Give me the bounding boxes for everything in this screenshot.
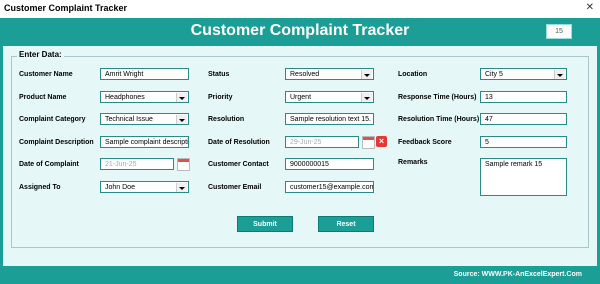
close-icon[interactable]: ✕ (586, 2, 594, 13)
form-panel: Enter Data: Customer Name Amrit Wright P… (3, 46, 597, 266)
page-title: Customer Complaint Tracker (190, 22, 410, 39)
chevron-down-icon[interactable] (554, 70, 565, 79)
source-credit: Source: WWW.PK-AnExcelExpert.Com (453, 271, 582, 278)
product-name-value: Headphones (105, 94, 145, 101)
customer-email-field[interactable]: customer15@example.com (285, 181, 374, 193)
feedback-score-field[interactable]: 5 (480, 136, 567, 148)
remarks-textarea[interactable]: Sample remark 15 (480, 158, 567, 196)
chevron-down-icon[interactable] (361, 93, 372, 102)
window-titlebar: Customer Complaint Tracker ✕ (0, 0, 600, 18)
status-dropdown[interactable]: Resolved (285, 68, 374, 80)
customer-name-label: Customer Name (19, 71, 73, 78)
window-title: Customer Complaint Tracker (4, 3, 128, 13)
date-of-resolution-field[interactable]: 29-Jun-25 (285, 136, 359, 148)
complaint-category-label: Complaint Category (19, 116, 86, 123)
clear-date-icon[interactable]: × (376, 136, 387, 147)
date-of-resolution-label: Date of Resolution (208, 139, 270, 146)
resolution-field[interactable]: Sample resolution text 15. (285, 113, 374, 125)
priority-value: Urgent (290, 94, 312, 101)
customer-contact-label: Customer Contact (208, 161, 269, 168)
product-name-dropdown[interactable]: Headphones (100, 91, 189, 103)
resolution-time-field[interactable]: 47 (480, 113, 567, 125)
footer-bar: Source: WWW.PK-AnExcelExpert.Com (0, 266, 600, 284)
complaint-description-field[interactable]: Sample complaint descripti (100, 136, 189, 148)
date-of-complaint-field[interactable]: 21-Jun-25 (100, 158, 174, 170)
chevron-down-icon[interactable] (176, 115, 187, 124)
chevron-down-icon[interactable] (176, 183, 187, 192)
location-dropdown[interactable]: City 5 (480, 68, 567, 80)
chevron-down-icon[interactable] (176, 93, 187, 102)
complaint-description-label: Complaint Description (19, 139, 94, 146)
calendar-icon[interactable] (362, 136, 375, 149)
status-value: Resolved (290, 71, 320, 78)
customer-contact-field[interactable]: 9000000015 (285, 158, 374, 170)
submit-button[interactable]: Submit (237, 216, 293, 232)
status-label: Status (208, 71, 230, 78)
response-time-field[interactable]: 13 (480, 91, 567, 103)
header-banner: Customer Complaint Tracker 15 (0, 18, 600, 46)
product-name-label: Product Name (19, 94, 67, 101)
response-time-label: Response Time (Hours) (398, 94, 477, 101)
resolution-label: Resolution (208, 116, 245, 123)
priority-dropdown[interactable]: Urgent (285, 91, 374, 103)
feedback-score-label: Feedback Score (398, 139, 452, 146)
resolution-time-label: Resolution Time (Hours) (398, 116, 480, 123)
customer-email-label: Customer Email (208, 184, 262, 191)
complaint-category-value: Technical Issue (105, 116, 153, 123)
assigned-to-dropdown[interactable]: John Doe (100, 181, 189, 193)
section-label: Enter Data: (17, 50, 64, 59)
date-of-complaint-label: Date of Complaint (19, 161, 79, 168)
calendar-icon[interactable] (177, 158, 190, 171)
chevron-down-icon[interactable] (361, 70, 372, 79)
customer-name-field[interactable]: Amrit Wright (100, 68, 189, 80)
reset-button[interactable]: Reset (318, 216, 374, 232)
record-number-box[interactable]: 15 (546, 24, 572, 39)
priority-label: Priority (208, 94, 233, 101)
remarks-label: Remarks (398, 159, 428, 166)
location-value: City 5 (485, 71, 503, 78)
assigned-to-label: Assigned To (19, 184, 61, 191)
location-label: Location (398, 71, 428, 78)
assigned-to-value: John Doe (105, 184, 135, 191)
complaint-category-dropdown[interactable]: Technical Issue (100, 113, 189, 125)
enter-data-frame (11, 56, 589, 248)
